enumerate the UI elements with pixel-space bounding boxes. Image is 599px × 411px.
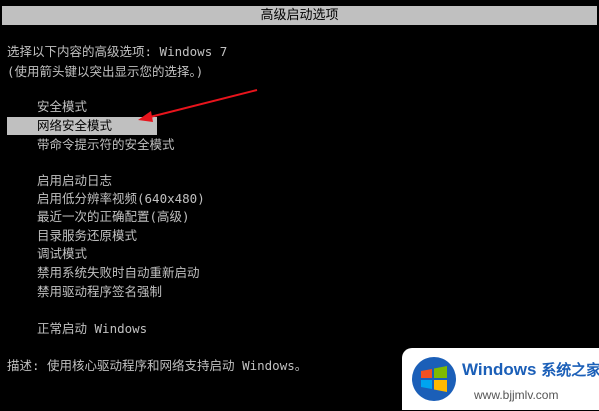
menu-item-directory-services-restore[interactable]: 目录服务还原模式 <box>37 227 137 245</box>
intro-line-hint: (使用箭头键以突出显示您的选择。) <box>7 64 204 79</box>
menu-item-debugging-mode[interactable]: 调试模式 <box>37 245 87 263</box>
watermark-brand: Windows 系统之家 <box>462 360 599 379</box>
menu-item-safe-mode-command-prompt[interactable]: 带命令提示符的安全模式 <box>37 136 175 154</box>
menu-item-disable-auto-restart[interactable]: 禁用系统失败时自动重新启动 <box>37 264 200 282</box>
description-text: 描述: 使用核心驱动程序和网络支持启动 Windows。 <box>7 358 308 373</box>
intro-line-os: 选择以下内容的高级选项: Windows 7 <box>7 44 228 59</box>
menu-item-enable-boot-logging[interactable]: 启用启动日志 <box>37 172 112 190</box>
menu-item-last-known-good-config[interactable]: 最近一次的正确配置(高级) <box>37 208 190 226</box>
menu-item-start-windows-normally[interactable]: 正常启动 Windows <box>37 320 147 338</box>
site-watermark: Windows 系统之家 www.bjjmlv.com <box>402 348 599 410</box>
menu-item-disable-driver-signature[interactable]: 禁用驱动程序签名强制 <box>37 283 162 301</box>
menu-item-safe-mode[interactable]: 安全模式 <box>37 98 87 116</box>
menu-item-safe-mode-networking[interactable]: 网络安全模式 <box>7 117 157 135</box>
menu-item-low-resolution-video[interactable]: 启用低分辨率视频(640x480) <box>37 190 205 208</box>
boot-options-screen: 高级启动选项 选择以下内容的高级选项: Windows 7 (使用箭头键以突出显… <box>0 0 599 411</box>
window-title: 高级启动选项 <box>2 6 597 25</box>
windows-logo-icon <box>412 357 456 401</box>
watermark-url: www.bjjmlv.com <box>474 388 559 402</box>
